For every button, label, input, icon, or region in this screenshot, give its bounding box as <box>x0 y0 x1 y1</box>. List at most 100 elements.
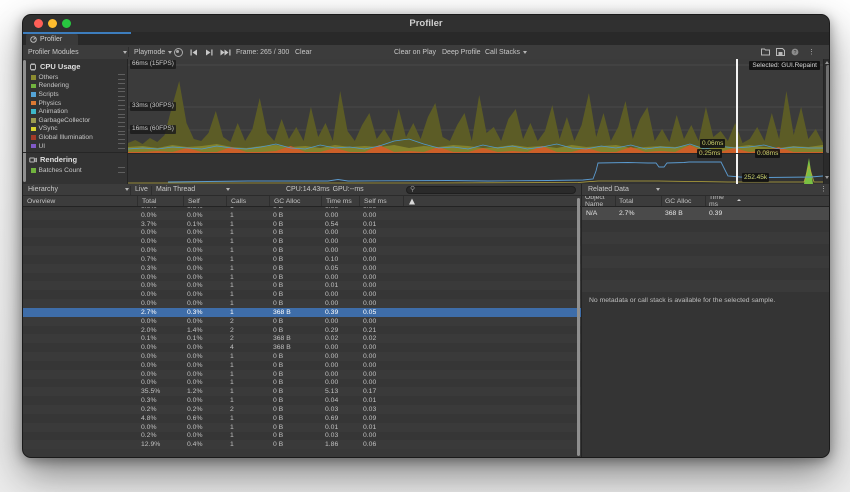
drag-handle-icon[interactable] <box>118 167 125 173</box>
table-row[interactable]: GC.Alloc0.0%0.0%4368 B0.000.00 <box>23 343 581 352</box>
column-header-marker[interactable] <box>403 196 421 206</box>
cpu-legend-item[interactable]: Physics <box>31 99 125 108</box>
table-row[interactable]: FixedUpdate.ClearLines0.0%0.0%10 B0.000.… <box>23 290 581 299</box>
table-row[interactable]: ▶FixedUpdate.AudioFixedUpdate0.3%0.0%10 … <box>23 264 581 273</box>
charts-scrollbar[interactable] <box>823 59 830 184</box>
table-row[interactable]: UIElementsRuntimeUtilityNativeUpdate0.0%… <box>23 361 581 370</box>
cell-calls: 1 <box>226 300 269 307</box>
clear-on-play-toggle[interactable]: Clear on Play <box>394 45 436 59</box>
table-row[interactable]: ▶PlayerEndOfFrame0.0%0.0%10 B0.000.00 <box>23 299 581 308</box>
table-row[interactable]: ▶FixedUpdate.PhysicsFixedUpdate3.7%0.1%1… <box>23 220 581 229</box>
table-row[interactable]: ▶FixedUpdate.DirectorFixedUpdate0.0%0.0%… <box>23 246 581 255</box>
table-row[interactable]: RenderLoop.CleanupNodeQueue0.2%0.2%20 B0… <box>23 405 581 414</box>
rendering-module-header[interactable]: Rendering <box>29 154 77 165</box>
thread-dropdown[interactable]: Main Thread <box>156 184 195 195</box>
cell-calls: 2 <box>226 335 269 342</box>
column-header-self-ms[interactable]: Self ms <box>359 196 403 206</box>
column-header-calls[interactable]: Calls <box>226 196 269 206</box>
column-header-overview[interactable]: Overview <box>23 196 137 206</box>
cpu-legend-item[interactable]: Rendering <box>31 82 125 91</box>
drag-handle-icon[interactable] <box>118 74 125 80</box>
cpu-usage-module-header[interactable]: CPU Usage <box>29 61 80 72</box>
chart-series <box>168 162 823 182</box>
load-profile-button[interactable] <box>761 45 770 59</box>
table-row[interactable]: ▶Camera.ImageEffects0.2%0.0%10 B0.030.00 <box>23 432 581 441</box>
table-row[interactable]: SupportedRenderingFeatures.active0.0%0.0… <box>23 379 581 388</box>
cpu-legend-item[interactable]: Scripts <box>31 90 125 99</box>
related-data-dropdown[interactable]: Related Data <box>588 184 629 195</box>
legend-label: Animation <box>39 108 68 115</box>
cpu-legend-item[interactable]: Others <box>31 73 125 82</box>
help-button[interactable]: ? <box>791 45 799 59</box>
column-header-self[interactable]: Self <box>183 196 226 206</box>
table-row[interactable]: FixedUpdate.XRFixedUpdate0.0%0.0%10 B0.0… <box>23 228 581 237</box>
drag-handle-icon[interactable] <box>118 134 125 140</box>
table-row[interactable]: ▶StatsScript.OnGUI() [Invoke]2.0%1.4%20 … <box>23 326 581 335</box>
column-header-time-ms[interactable]: Time ms <box>321 196 359 206</box>
column-header-gc-alloc[interactable]: GC Alloc <box>661 196 705 206</box>
table-row[interactable]: ▶GUI.Repaint2.7%0.3%1368 B0.390.05 <box>23 308 581 317</box>
context-menu-button[interactable]: ⋮ <box>808 45 815 59</box>
table-row[interactable]: ▶UGUI.Rendering.RenderOverlays0.0%0.0%10… <box>23 370 581 379</box>
cell-time-ms: 0.02 <box>321 335 359 342</box>
charts-scrollbar-thumb[interactable] <box>826 65 830 153</box>
cell-calls: 1 <box>226 371 269 378</box>
table-row[interactable]: GUIUtility.EndGUI() [Invoke]0.0%0.0%20 B… <box>23 317 581 326</box>
table-row[interactable]: ▶FixedUpdate.ScriptRunBehaviourFixedUpda… <box>23 255 581 264</box>
table-row[interactable]: ▶Camera.Render35.5%1.2%10 B5.130.17 <box>23 387 581 396</box>
prev-frame-button[interactable] <box>190 45 198 59</box>
drag-handle-icon[interactable] <box>118 100 125 106</box>
cpu-legend-item[interactable]: GarbageCollector <box>31 116 125 125</box>
profiler-modules-dropdown[interactable]: Profiler Modules <box>28 45 79 59</box>
column-header-gc-alloc[interactable]: GC Alloc <box>269 196 321 206</box>
cpu-legend-item[interactable]: Animation <box>31 107 125 116</box>
cell-self-ms: 0.01 <box>359 424 403 431</box>
hierarchy-scrollbar-thumb[interactable] <box>577 198 580 456</box>
cpu-legend-item[interactable]: Global Illumination <box>31 133 125 142</box>
drag-handle-icon[interactable] <box>118 109 125 115</box>
table-row[interactable]: ▶FixedUpdate.Physics2DFixedUpdate0.0%0.0… <box>23 211 581 220</box>
table-row[interactable]: ▶FixedUpdate.NewInputFixedUpdate0.0%0.0%… <box>23 281 581 290</box>
scroll-down-icon <box>825 176 829 179</box>
table-row[interactable]: ▶Drawing12.9%0.4%10 B1.860.06 <box>23 440 581 449</box>
save-profile-button[interactable] <box>776 45 785 59</box>
drag-handle-icon[interactable] <box>118 83 125 89</box>
rendering-legend-item[interactable]: Batches Count <box>31 166 125 175</box>
table-row[interactable]: FixedUpdate.LegacyFixedAnimationUpdate0.… <box>23 237 581 246</box>
table-row[interactable]: ▶DestroyCullResults0.3%0.0%10 B0.040.01 <box>23 396 581 405</box>
current-frame-button[interactable] <box>220 45 231 59</box>
cell-self: 0.0% <box>183 274 226 281</box>
column-header-time-ms[interactable]: Time ms <box>705 196 741 206</box>
search-input[interactable] <box>415 186 572 193</box>
table-row[interactable]: ▶CommandBuffer.BeforeImageEffects4.8%0.6… <box>23 414 581 423</box>
table-row[interactable]: FixedUpdate.DirectorFixedSampleEnd0.0%0.… <box>23 273 581 282</box>
search-box[interactable]: ⚲ <box>406 186 576 195</box>
record-button[interactable] <box>174 45 183 59</box>
call-stacks-dropdown[interactable]: Call Stacks <box>485 45 527 59</box>
column-header-object-name[interactable]: Object Name <box>582 196 615 206</box>
playmode-dropdown[interactable]: Playmode <box>134 45 172 59</box>
table-row[interactable]: ▶Flare.Render0.0%0.0%10 B0.010.01 <box>23 423 581 432</box>
cpu-legend-item[interactable]: UI <box>31 142 125 151</box>
related-context-menu-button[interactable]: ⋮ <box>820 186 827 194</box>
related-data-row[interactable]: N/A 2.7% 368 B 0.39 <box>582 207 830 220</box>
module-panel-scrollbar[interactable] <box>23 60 26 182</box>
tab-profiler[interactable]: Profiler <box>26 34 78 46</box>
live-toggle[interactable]: Live <box>135 184 148 195</box>
cell-self: 0.0% <box>183 256 226 263</box>
column-header-total[interactable]: Total <box>137 196 183 206</box>
table-row[interactable]: ▶GUIUtility.BeginGUI() [Invoke]0.1%0.1%2… <box>23 334 581 343</box>
clear-button[interactable]: Clear <box>295 45 312 59</box>
deep-profile-toggle[interactable]: Deep Profile <box>442 45 481 59</box>
drag-handle-icon[interactable] <box>118 143 125 149</box>
selected-frame-line-rendering[interactable] <box>736 154 738 184</box>
drag-handle-icon[interactable] <box>118 91 125 97</box>
table-row[interactable]: Event.Internal_MakeMasterEventCurrent0.0… <box>23 352 581 361</box>
next-frame-button[interactable] <box>205 45 213 59</box>
column-header-total[interactable]: Total <box>615 196 661 206</box>
drag-handle-icon[interactable] <box>118 117 125 123</box>
selected-frame-line[interactable] <box>736 59 738 153</box>
drag-handle-icon[interactable] <box>118 126 125 132</box>
view-mode-dropdown[interactable]: Hierarchy <box>28 184 58 195</box>
cpu-legend-item[interactable]: VSync <box>31 125 125 134</box>
